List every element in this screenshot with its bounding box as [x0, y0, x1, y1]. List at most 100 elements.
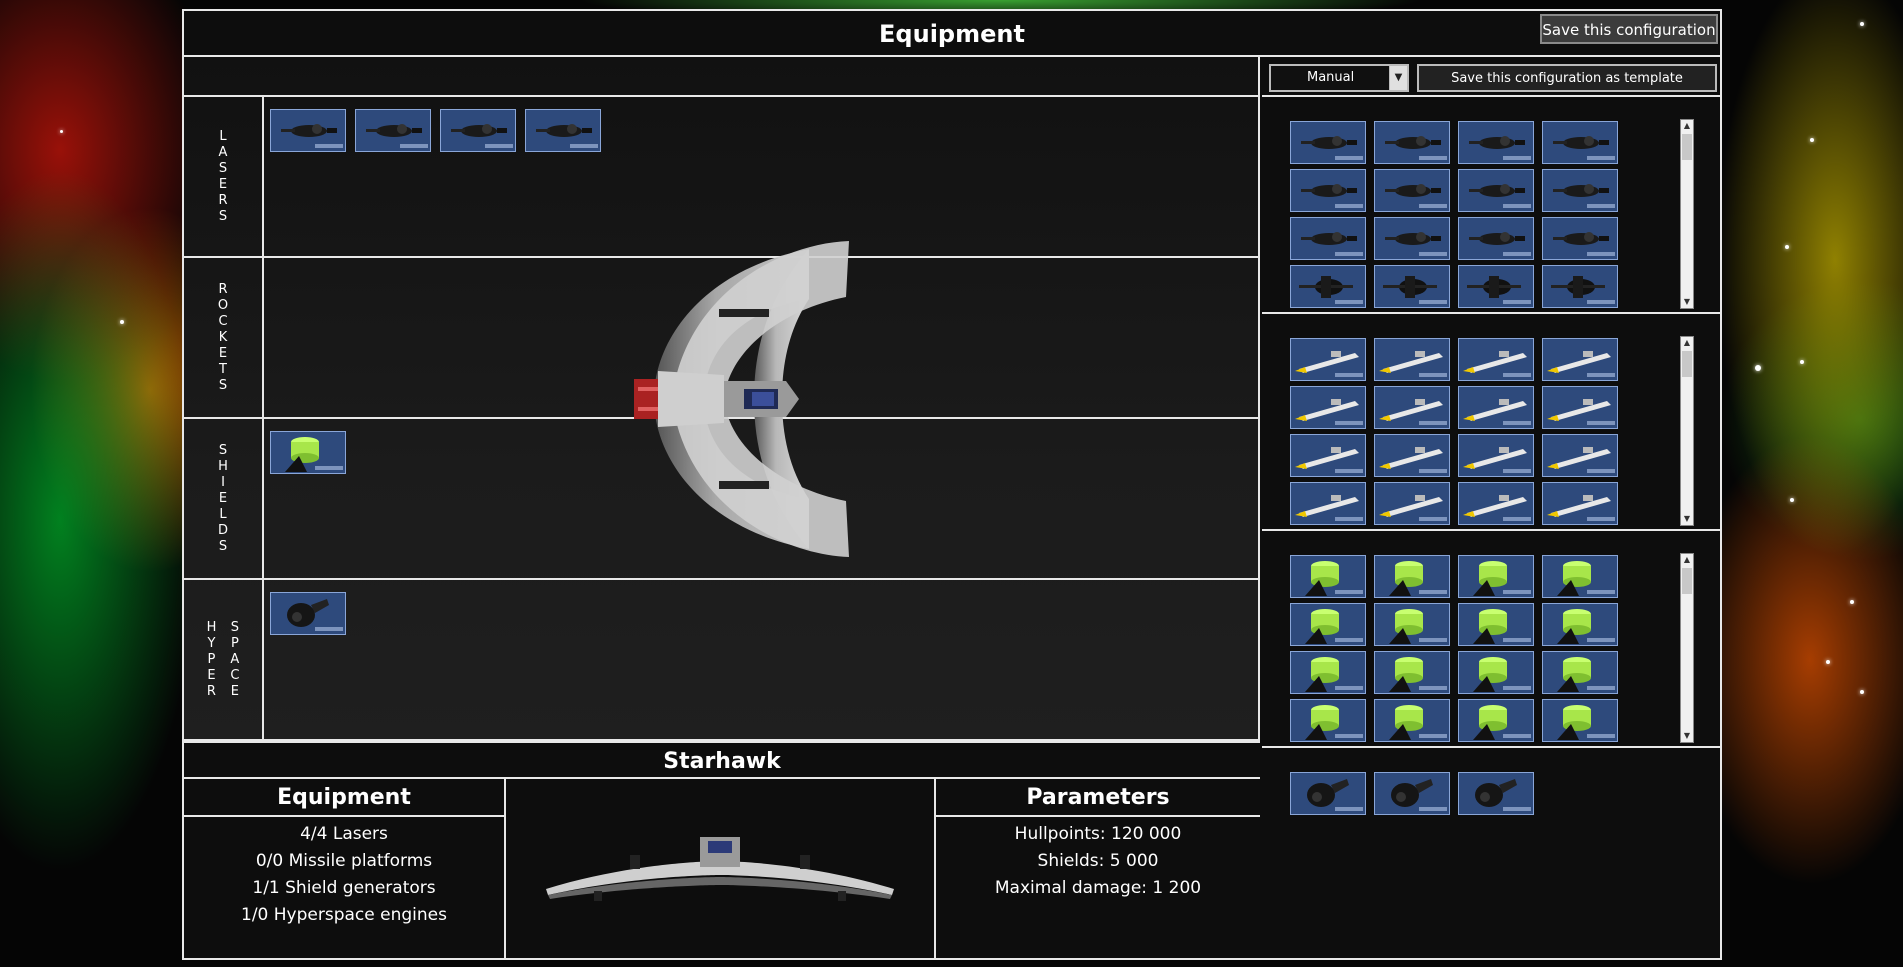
- ship-slots-area: LASERS ROCKETS SHIELDS H Y P E R S P A C…: [184, 57, 1260, 741]
- equipment-heading: Equipment: [184, 779, 504, 817]
- inventory-laser-item[interactable]: [1290, 169, 1366, 212]
- inventory-shield-item[interactable]: [1374, 555, 1450, 598]
- equipment-line-lasers: 4/4 Lasers: [300, 824, 388, 844]
- equipped-shield[interactable]: [270, 431, 346, 474]
- inventory-shield-item[interactable]: [1290, 699, 1366, 742]
- vertical-label: LASERS: [218, 128, 228, 224]
- inventory-shield-item[interactable]: [1458, 651, 1534, 694]
- scrollbar[interactable]: ▲ ▼: [1680, 119, 1694, 309]
- mode-select[interactable]: Manual ▼: [1269, 64, 1409, 92]
- inventory-rocket-item[interactable]: [1458, 434, 1534, 477]
- inventory-laser-item[interactable]: [1374, 265, 1450, 308]
- star: [1850, 600, 1854, 604]
- inventory-rocket-item[interactable]: [1374, 434, 1450, 477]
- save-configuration-button[interactable]: Save this configuration: [1540, 14, 1718, 44]
- inventory-laser-item[interactable]: [1542, 121, 1618, 164]
- inventory-hyperspace-item[interactable]: [1374, 772, 1450, 815]
- inventory-panel-shields: ▲ ▼: [1262, 531, 1720, 748]
- inventory-toolbar: Manual ▼ Save this configuration as temp…: [1262, 57, 1720, 97]
- inventory-grid-hyperspace: [1290, 772, 1618, 815]
- inventory-rocket-item[interactable]: [1542, 338, 1618, 381]
- inventory-hyperspace-item[interactable]: [1290, 772, 1366, 815]
- inventory-laser-item[interactable]: [1290, 121, 1366, 164]
- row-label-lasers: LASERS: [184, 97, 264, 256]
- ship-name: Starhawk: [184, 741, 1260, 779]
- vertical-label: HYPER SPACE: [206, 619, 240, 699]
- save-as-template-button[interactable]: Save this configuration as template: [1417, 64, 1717, 92]
- inventory-rocket-item[interactable]: [1374, 338, 1450, 381]
- inventory-grid-shields: [1290, 555, 1618, 742]
- row-label-rockets: ROCKETS: [184, 258, 264, 417]
- inventory-shield-item[interactable]: [1542, 699, 1618, 742]
- equipped-hyperspace-engine[interactable]: [270, 592, 346, 635]
- inventory-area: Manual ▼ Save this configuration as temp…: [1262, 57, 1720, 960]
- star: [1860, 22, 1864, 26]
- inventory-rocket-item[interactable]: [1542, 386, 1618, 429]
- shield-slots: [270, 431, 346, 474]
- inventory-shield-item[interactable]: [1374, 603, 1450, 646]
- inventory-panel-lasers: ▲ ▼: [1262, 97, 1720, 314]
- scrollbar[interactable]: ▲ ▼: [1680, 336, 1694, 526]
- inventory-rocket-item[interactable]: [1290, 338, 1366, 381]
- inventory-laser-item[interactable]: [1542, 169, 1618, 212]
- window-title: Equipment: [184, 11, 1720, 57]
- parameter-max-damage: Maximal damage: 1 200: [994, 878, 1202, 898]
- inventory-shield-item[interactable]: [1542, 603, 1618, 646]
- inventory-rocket-item[interactable]: [1458, 482, 1534, 525]
- inventory-rocket-item[interactable]: [1290, 386, 1366, 429]
- inventory-rocket-item[interactable]: [1458, 386, 1534, 429]
- ship-summary: Starhawk Equipment 4/4 Lasers 0/0 Missil…: [184, 741, 1260, 960]
- star: [60, 130, 63, 133]
- parameter-hullpoints: Hullpoints: 120 000: [1014, 824, 1182, 844]
- inventory-shield-item[interactable]: [1290, 651, 1366, 694]
- inventory-rocket-item[interactable]: [1374, 386, 1450, 429]
- inventory-panel-hyperspace: [1262, 748, 1720, 960]
- ship-front-view: [506, 779, 936, 960]
- inventory-laser-item[interactable]: [1374, 121, 1450, 164]
- parameters-summary: Parameters Hullpoints: 120 000 Shields: …: [936, 779, 1260, 960]
- inventory-laser-item[interactable]: [1290, 265, 1366, 308]
- inventory-shield-item[interactable]: [1458, 603, 1534, 646]
- slot-row-hyperspace: HYPER SPACE: [184, 580, 1258, 741]
- equipped-laser[interactable]: [355, 109, 431, 152]
- slot-row-rockets: ROCKETS: [184, 258, 1258, 419]
- inventory-shield-item[interactable]: [1374, 699, 1450, 742]
- inventory-rocket-item[interactable]: [1458, 338, 1534, 381]
- inventory-shield-item[interactable]: [1458, 555, 1534, 598]
- inventory-shield-item[interactable]: [1542, 555, 1618, 598]
- row-label-shields: SHIELDS: [184, 419, 264, 578]
- vertical-label: SHIELDS: [217, 442, 228, 554]
- equipped-laser[interactable]: [525, 109, 601, 152]
- vertical-label: ROCKETS: [217, 281, 229, 393]
- equipment-window: Equipment Save this configuration LASERS…: [182, 9, 1722, 960]
- inventory-shield-item[interactable]: [1290, 603, 1366, 646]
- inventory-laser-item[interactable]: [1374, 169, 1450, 212]
- inventory-laser-item[interactable]: [1458, 121, 1534, 164]
- inventory-shield-item[interactable]: [1458, 699, 1534, 742]
- inventory-rocket-item[interactable]: [1290, 434, 1366, 477]
- equipped-laser[interactable]: [270, 109, 346, 152]
- inventory-rocket-item[interactable]: [1290, 482, 1366, 525]
- inventory-rocket-item[interactable]: [1542, 482, 1618, 525]
- inventory-grid-rockets: [1290, 338, 1618, 525]
- inventory-rocket-item[interactable]: [1374, 482, 1450, 525]
- inventory-hyperspace-item[interactable]: [1458, 772, 1534, 815]
- slots-header-bar: [184, 57, 1258, 97]
- inventory-laser-item[interactable]: [1458, 169, 1534, 212]
- inventory-rocket-item[interactable]: [1542, 434, 1618, 477]
- scrollbar[interactable]: ▲ ▼: [1680, 553, 1694, 743]
- slot-row-shields: SHIELDS: [184, 419, 1258, 580]
- inventory-laser-item[interactable]: [1542, 217, 1618, 260]
- equipment-summary: Equipment 4/4 Lasers 0/0 Missile platfor…: [184, 779, 506, 960]
- inventory-laser-item[interactable]: [1290, 217, 1366, 260]
- inventory-shield-item[interactable]: [1374, 651, 1450, 694]
- row-label-hyperspace: HYPER SPACE: [184, 580, 264, 739]
- chevron-down-icon[interactable]: ▼: [1389, 66, 1407, 90]
- inventory-laser-item[interactable]: [1458, 217, 1534, 260]
- inventory-laser-item[interactable]: [1458, 265, 1534, 308]
- inventory-shield-item[interactable]: [1290, 555, 1366, 598]
- inventory-laser-item[interactable]: [1374, 217, 1450, 260]
- inventory-shield-item[interactable]: [1542, 651, 1618, 694]
- inventory-laser-item[interactable]: [1542, 265, 1618, 308]
- equipped-laser[interactable]: [440, 109, 516, 152]
